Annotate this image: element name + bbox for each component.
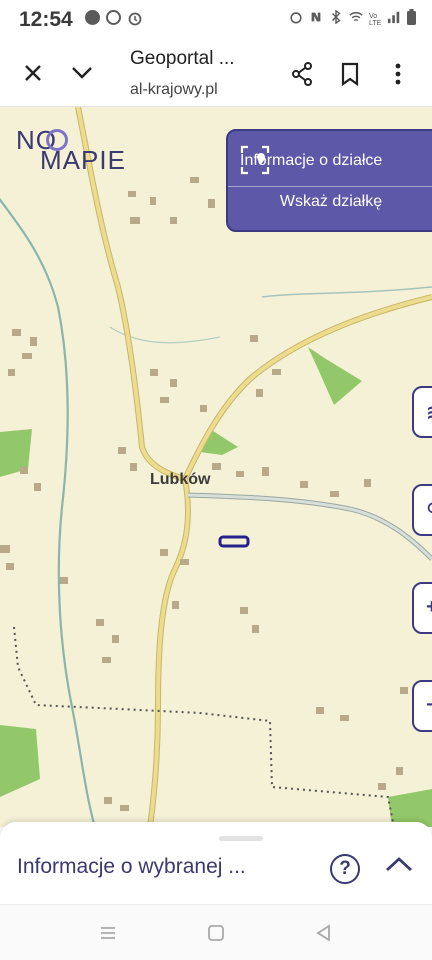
road	[261, 286, 432, 298]
browser-app-bar: Geoportal ... al-krajowy.pl	[0, 40, 432, 107]
alarm-icon	[289, 10, 303, 29]
zoom-out-button[interactable]: −	[412, 680, 432, 732]
person-button[interactable]: ⚲	[412, 484, 432, 536]
home-button[interactable]	[206, 923, 226, 943]
volte-icon: Vo LTE	[369, 12, 382, 27]
expand-sheet-button[interactable]	[384, 854, 416, 884]
recent-apps-icon	[101, 927, 115, 939]
zoom-out-icon: −	[426, 694, 432, 716]
bookmark-icon	[341, 62, 359, 86]
map-canvas[interactable]: NO MAPIE Lubków Informacje o działce Wsk…	[0, 107, 432, 827]
more-vert-icon	[395, 63, 401, 85]
notification-ring-icon	[106, 10, 121, 25]
parcel-select-icon	[240, 145, 270, 175]
person-icon: ⚲	[426, 498, 432, 523]
bookmark-button[interactable]	[334, 58, 366, 90]
forest-area	[0, 725, 40, 797]
sheet-drag-handle[interactable]	[219, 836, 263, 841]
system-nav-bar	[0, 904, 432, 960]
notification-app-icon	[85, 10, 100, 25]
layers-button[interactable]: ≋	[412, 386, 432, 438]
recent-apps-button[interactable]	[98, 923, 118, 943]
more-options-button[interactable]	[382, 58, 414, 90]
wifi-icon	[349, 10, 363, 29]
parcel-panel-divider	[228, 186, 432, 187]
status-time: 12:54	[19, 8, 73, 31]
help-icon[interactable]: ?	[330, 854, 360, 884]
parcel-panel: Informacje o działce Wskaż działkę	[226, 129, 432, 232]
forest-area	[308, 347, 362, 405]
bluetooth-icon	[329, 9, 343, 29]
alarm-icon	[127, 10, 143, 31]
logo-line-2: MAPIE	[40, 145, 126, 175]
parcel-info-button[interactable]: Informacje o działce	[240, 145, 382, 177]
info-bottom-sheet: Informacje o wybranej ... ?	[0, 822, 432, 904]
share-icon	[292, 62, 312, 86]
sheet-title[interactable]: Informacje o wybranej ...	[17, 855, 246, 879]
minimize-button[interactable]	[66, 57, 98, 89]
layers-icon: ≋	[426, 400, 432, 425]
status-bar: 12:54 Vo LTE	[0, 0, 432, 40]
zoom-in-icon: +	[426, 596, 432, 618]
back-button[interactable]	[314, 923, 334, 943]
page-url[interactable]: al-krajowy.pl	[130, 81, 218, 99]
close-button[interactable]	[17, 57, 49, 89]
status-right-icons: Vo LTE	[289, 9, 416, 30]
page-title: Geoportal ...	[130, 48, 235, 69]
selected-parcel	[218, 535, 250, 548]
boundary-line	[13, 626, 395, 827]
signal-icon	[387, 10, 401, 29]
share-button[interactable]	[286, 58, 318, 90]
zoom-in-button[interactable]: +	[412, 582, 432, 634]
select-parcel-button[interactable]: Wskaż działkę	[228, 193, 432, 211]
chevron-down-icon	[72, 67, 92, 79]
place-label: Lubków	[150, 471, 211, 488]
chevron-up-icon	[386, 857, 412, 872]
nfc-icon	[309, 10, 323, 29]
back-icon	[316, 924, 330, 942]
no-mapie-logo[interactable]: NO MAPIE	[16, 125, 146, 177]
battery-icon	[407, 9, 416, 30]
status-left-icons	[85, 10, 143, 31]
home-icon	[208, 925, 224, 941]
close-icon	[25, 65, 41, 81]
